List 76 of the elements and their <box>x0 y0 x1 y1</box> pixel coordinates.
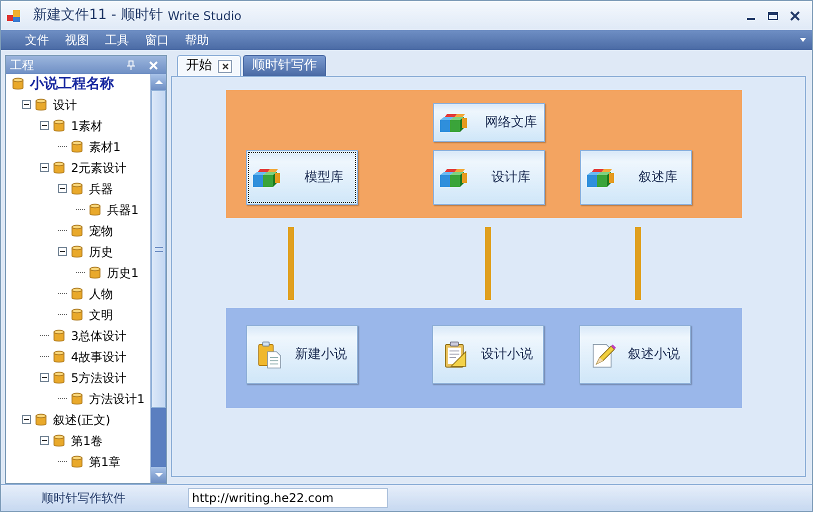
cylinder-icon <box>71 286 83 300</box>
menu-item[interactable]: 帮助 <box>177 31 217 49</box>
tree-item[interactable]: 第1章 <box>89 452 121 470</box>
tree-item[interactable]: 5方法设计 <box>71 368 127 386</box>
tree-item[interactable]: 历史 <box>89 242 113 260</box>
menu-item[interactable]: 工具 <box>97 31 137 49</box>
tree-item[interactable]: 设计 <box>53 96 77 114</box>
pin-icon[interactable] <box>127 60 135 70</box>
cylinder-icon <box>71 140 83 154</box>
panel-title: 工程 <box>10 57 34 74</box>
tree-item[interactable]: 人物 <box>89 284 113 302</box>
close-icon[interactable] <box>149 60 158 70</box>
menu-item[interactable]: 窗口 <box>137 31 177 49</box>
cylinder-icon <box>53 370 65 384</box>
overflow-caret-icon[interactable] <box>800 38 806 42</box>
cubes-icon <box>251 166 283 188</box>
cylinder-icon <box>53 434 65 448</box>
cubes-icon <box>585 166 617 188</box>
tree-item[interactable]: 兵器 <box>89 180 113 198</box>
tree-item[interactable]: 4故事设计 <box>71 348 127 366</box>
novel-action-button[interactable]: 设计小说 <box>432 325 544 384</box>
tree-item[interactable]: 第1卷 <box>71 432 103 450</box>
cylinder-icon <box>71 454 83 468</box>
collapse-toggle[interactable] <box>40 163 49 172</box>
tree-item[interactable]: 宠物 <box>89 222 113 240</box>
url-field[interactable]: http://writing.he22.com <box>188 488 388 508</box>
cylinder-icon <box>71 224 83 238</box>
cylinder-icon <box>89 202 101 216</box>
collapse-toggle[interactable] <box>22 415 31 424</box>
scrollbar[interactable] <box>150 74 166 483</box>
collapse-toggle[interactable] <box>22 100 31 109</box>
cylinder-icon <box>53 328 65 342</box>
cylinder-icon <box>71 182 83 196</box>
tree-item[interactable]: 2元素设计 <box>71 158 127 176</box>
tab[interactable]: 顺时针写作 <box>243 55 326 76</box>
cylinder-icon <box>12 77 24 91</box>
cylinder-icon <box>71 308 83 322</box>
tree-item[interactable]: 素材1 <box>89 138 121 156</box>
collapse-toggle[interactable] <box>40 121 49 130</box>
tree-item[interactable]: 1素材 <box>71 116 103 134</box>
tree-item[interactable]: 叙述(正文) <box>53 410 110 428</box>
cylinder-icon <box>53 118 65 132</box>
window-title: 新建文件11 - 顺时针 <box>33 6 163 25</box>
tab[interactable]: 开始 <box>177 55 241 76</box>
menu-item[interactable]: 文件 <box>17 31 57 49</box>
cylinder-icon <box>71 244 83 258</box>
novel-action-button[interactable]: 新建小说 <box>246 325 358 384</box>
cubes-icon <box>438 112 470 134</box>
cylinder-icon <box>53 160 65 174</box>
novel-action-button[interactable]: 叙述小说 <box>579 325 691 384</box>
tree-item[interactable]: 文明 <box>89 306 113 324</box>
cylinder-icon <box>35 412 47 426</box>
collapse-toggle[interactable] <box>58 184 67 193</box>
status-label: 顺时针写作软件 <box>40 490 126 507</box>
tree-item[interactable]: 方法设计1 <box>89 390 145 408</box>
cubes-icon <box>438 166 470 188</box>
cylinder-icon <box>53 350 65 364</box>
close-tab-icon[interactable] <box>218 60 232 72</box>
cylinder-icon <box>89 266 101 280</box>
cylinder-icon <box>71 392 83 406</box>
tree-item[interactable]: 3总体设计 <box>71 326 127 344</box>
tree-root[interactable]: 小说工程名称 <box>30 74 114 94</box>
library-button[interactable]: 叙述库 <box>580 150 692 205</box>
collapse-toggle[interactable] <box>40 373 49 382</box>
library-button[interactable]: 设计库 <box>433 150 545 205</box>
tree-item[interactable]: 历史1 <box>107 264 139 282</box>
collapse-toggle[interactable] <box>58 247 67 256</box>
tree-item[interactable]: 兵器1 <box>107 200 139 218</box>
library-button[interactable]: 网络文库 <box>433 103 545 142</box>
app-icon <box>7 8 21 22</box>
collapse-toggle[interactable] <box>40 436 49 445</box>
cylinder-icon <box>35 98 47 112</box>
menu-item[interactable]: 视图 <box>57 31 97 49</box>
library-button[interactable]: 模型库 <box>246 150 358 205</box>
close-icon <box>790 10 800 20</box>
window-title-suffix: Write Studio <box>168 8 242 24</box>
